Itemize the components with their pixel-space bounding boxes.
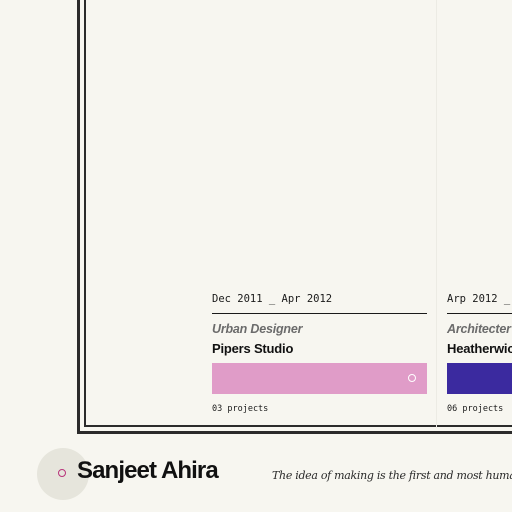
experience-card[interactable]: Arp 2012 _ Architecter Heatherwic 06 pro… bbox=[447, 292, 512, 415]
experience-company: Heatherwic bbox=[447, 341, 512, 356]
column-divider bbox=[436, 0, 437, 428]
experience-company: Pipers Studio bbox=[212, 341, 294, 356]
divider-rule bbox=[212, 313, 427, 314]
color-swatch[interactable] bbox=[212, 363, 427, 394]
footer-quote: The idea of making is the first and most… bbox=[272, 469, 512, 482]
experience-role: Urban Designer bbox=[212, 322, 303, 336]
portfolio-page: Dec 2011 _ Apr 2012 Urban Designer Piper… bbox=[0, 0, 512, 512]
experience-card[interactable]: Dec 2011 _ Apr 2012 Urban Designer Piper… bbox=[212, 292, 427, 415]
divider-rule bbox=[447, 313, 512, 314]
author-name: Sanjeet Ahira bbox=[77, 457, 219, 484]
experience-dates: Arp 2012 _ bbox=[447, 293, 511, 305]
experience-dates: Dec 2011 _ Apr 2012 bbox=[212, 293, 333, 305]
project-count: 03 projects bbox=[212, 404, 269, 414]
circle-icon bbox=[58, 469, 66, 477]
color-swatch[interactable] bbox=[447, 363, 512, 394]
experience-role: Architecter bbox=[447, 322, 511, 336]
circle-icon bbox=[408, 374, 416, 382]
project-count: 06 projects bbox=[447, 404, 504, 414]
